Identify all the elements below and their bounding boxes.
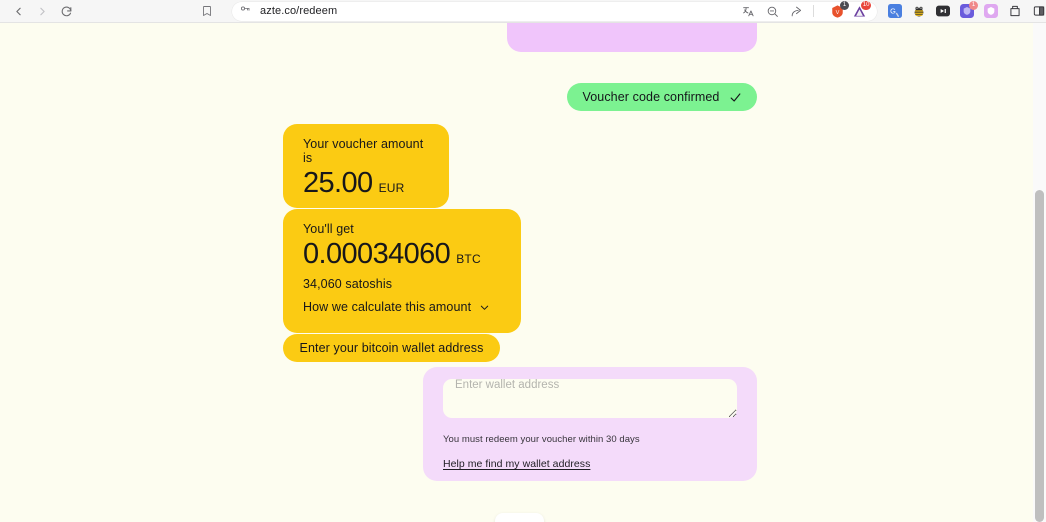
voucher-amount-currency: EUR — [378, 181, 405, 195]
payout-amount-currency: BTC — [456, 252, 481, 266]
enter-wallet-address-label: Enter your bitcoin wallet address — [299, 341, 484, 355]
voucher-amount-card: Your voucher amount is 25.00 EUR — [283, 124, 449, 208]
payout-satoshis: 34,060 satoshis — [303, 277, 393, 292]
wallet-address-input[interactable] — [443, 379, 737, 418]
redeem-notice: You must redeem your voucher within 30 d… — [443, 434, 640, 445]
shield-extension-icon[interactable]: 1 — [959, 1, 978, 19]
payout-label: You'll get — [303, 222, 354, 236]
translate-extension-icon[interactable]: G — [887, 3, 903, 19]
enter-wallet-address-prompt[interactable]: Enter your bitcoin wallet address — [283, 334, 500, 362]
page-content: Voucher code confirmed Your voucher amou… — [0, 23, 1046, 522]
media-extension-icon[interactable] — [935, 3, 951, 19]
payout-amount-row: 0.00034060 BTC — [303, 238, 505, 270]
voucher-confirmed-bubble: Voucher code confirmed — [567, 83, 757, 111]
privacy-extension-icon[interactable] — [983, 3, 999, 19]
vimeo-extension-icon[interactable]: V 1 — [829, 0, 849, 20]
payout-amount-value: 0.00034060 — [303, 238, 451, 270]
page-scrollbar-thumb[interactable] — [1035, 190, 1044, 522]
svg-text:G: G — [890, 7, 896, 16]
bee-extension-icon[interactable] — [911, 3, 927, 19]
voucher-amount-value: 25.00 — [303, 167, 373, 199]
vimeo-badge: 1 — [840, 0, 849, 10]
browser-extensions-tray: G 1 — [887, 1, 1046, 19]
voucher-amount-label: Your voucher amount is — [303, 137, 424, 165]
how-we-calculate-toggle[interactable]: How we calculate this amount — [303, 300, 505, 314]
forward-button[interactable] — [30, 1, 54, 21]
page-scrollbar[interactable] — [1033, 23, 1046, 522]
addressbar-actions: V 1 10 — [741, 0, 871, 20]
payout-card: You'll get 0.00034060 BTC 34,060 satoshi… — [283, 209, 521, 333]
voucher-amount-row: 25.00 EUR — [303, 167, 433, 199]
voucher-code-card — [507, 23, 757, 52]
site-permissions-icon[interactable] — [239, 5, 251, 17]
browser-toolbar: azte.co/redeem V 1 10 G 1 — [0, 0, 1046, 23]
analytics-badge: 10 — [861, 0, 871, 10]
sidebar-icon[interactable] — [1031, 3, 1046, 19]
toolbar-divider — [813, 5, 814, 17]
address-bar[interactable]: azte.co/redeem V 1 10 — [232, 0, 877, 21]
bottom-menu-button[interactable] — [495, 513, 544, 522]
svg-text:V: V — [836, 9, 840, 15]
analytics-extension-icon[interactable]: 10 — [851, 0, 871, 20]
bookmark-icon[interactable] — [196, 1, 218, 21]
chevron-down-icon[interactable] — [479, 302, 490, 313]
zoom-out-icon[interactable] — [765, 4, 780, 19]
wallet-input-card: You must redeem your voucher within 30 d… — [423, 367, 757, 481]
how-we-calculate-label: How we calculate this amount — [303, 300, 472, 315]
voucher-confirmed-text: Voucher code confirmed — [582, 90, 720, 104]
share-icon[interactable] — [789, 4, 804, 19]
reload-button[interactable] — [54, 1, 78, 21]
chat-conversation: Voucher code confirmed Your voucher amou… — [0, 23, 1033, 522]
addressbar-extensions: V 1 10 — [829, 0, 871, 20]
back-button[interactable] — [6, 1, 30, 21]
translate-icon[interactable] — [741, 4, 756, 19]
help-find-wallet-link[interactable]: Help me find my wallet address — [443, 458, 590, 470]
url-text: azte.co/redeem — [260, 5, 338, 17]
check-icon — [729, 91, 742, 104]
vertical-tabs-icon[interactable] — [1007, 3, 1023, 19]
shield-badge: 1 — [969, 1, 978, 10]
